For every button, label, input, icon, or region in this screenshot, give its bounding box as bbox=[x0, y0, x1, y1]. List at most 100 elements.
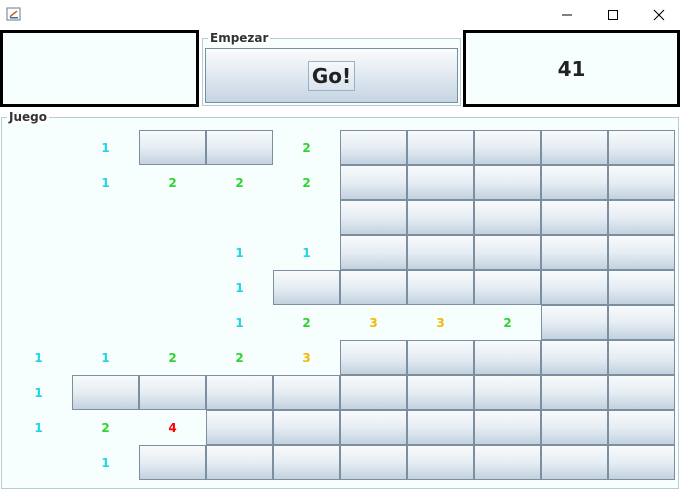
hidden-cell[interactable] bbox=[139, 375, 206, 410]
hidden-cell[interactable] bbox=[407, 340, 474, 375]
revealed-number-cell: 2 bbox=[302, 140, 311, 155]
hidden-cell[interactable] bbox=[608, 375, 675, 410]
hidden-cell[interactable] bbox=[273, 375, 340, 410]
hidden-cell[interactable] bbox=[407, 235, 474, 270]
revealed-number-cell: 1 bbox=[34, 350, 43, 365]
go-button[interactable]: Go! bbox=[205, 48, 458, 103]
hidden-cell[interactable] bbox=[474, 375, 541, 410]
counter-display: 41 bbox=[463, 30, 680, 107]
hidden-cell[interactable] bbox=[407, 165, 474, 200]
revealed-empty-cell bbox=[139, 270, 206, 305]
hidden-cell[interactable] bbox=[340, 165, 407, 200]
hidden-cell[interactable] bbox=[608, 130, 675, 165]
revealed-number-cell: 2 bbox=[235, 350, 244, 365]
hidden-cell[interactable] bbox=[541, 445, 608, 480]
hidden-cell[interactable] bbox=[206, 375, 273, 410]
hidden-cell[interactable] bbox=[541, 165, 608, 200]
hidden-cell[interactable] bbox=[340, 375, 407, 410]
revealed-number-cell: 4 bbox=[168, 420, 177, 435]
hidden-cell[interactable] bbox=[340, 410, 407, 445]
hidden-cell[interactable] bbox=[608, 200, 675, 235]
hidden-cell[interactable] bbox=[206, 445, 273, 480]
hidden-cell[interactable] bbox=[474, 235, 541, 270]
hidden-cell[interactable] bbox=[340, 200, 407, 235]
hidden-cell[interactable] bbox=[608, 410, 675, 445]
hidden-cell[interactable] bbox=[541, 235, 608, 270]
hidden-cell[interactable] bbox=[608, 165, 675, 200]
hidden-cell[interactable] bbox=[273, 270, 340, 305]
hidden-cell[interactable] bbox=[541, 410, 608, 445]
hidden-cell[interactable] bbox=[608, 235, 675, 270]
hidden-cell[interactable] bbox=[407, 270, 474, 305]
hidden-cell[interactable] bbox=[608, 340, 675, 375]
revealed-number-cell: 1 bbox=[235, 280, 244, 295]
revealed-empty-cell bbox=[5, 305, 72, 340]
maximize-button[interactable] bbox=[590, 0, 636, 30]
hidden-cell[interactable] bbox=[72, 375, 139, 410]
revealed-empty-cell bbox=[139, 305, 206, 340]
revealed-number-cell: 3 bbox=[302, 350, 311, 365]
hidden-cell[interactable] bbox=[541, 375, 608, 410]
revealed-number-cell: 1 bbox=[235, 315, 244, 330]
hidden-cell[interactable] bbox=[608, 270, 675, 305]
hidden-cell[interactable] bbox=[474, 445, 541, 480]
revealed-number-cell: 1 bbox=[235, 245, 244, 260]
hidden-cell[interactable] bbox=[474, 410, 541, 445]
maximize-icon bbox=[608, 10, 618, 20]
revealed-number-cell: 2 bbox=[168, 175, 177, 190]
hidden-cell[interactable] bbox=[474, 270, 541, 305]
revealed-empty-cell bbox=[72, 305, 139, 340]
hidden-cell[interactable] bbox=[474, 200, 541, 235]
hidden-cell[interactable] bbox=[206, 130, 273, 165]
hidden-cell[interactable] bbox=[340, 130, 407, 165]
revealed-empty-cell bbox=[72, 200, 139, 235]
revealed-number-cell: 2 bbox=[168, 350, 177, 365]
revealed-number-cell: 2 bbox=[302, 175, 311, 190]
hidden-cell[interactable] bbox=[608, 305, 675, 340]
hidden-cell[interactable] bbox=[407, 445, 474, 480]
revealed-number-cell: 1 bbox=[101, 140, 110, 155]
revealed-number-cell: 3 bbox=[436, 315, 445, 330]
revealed-number-cell: 2 bbox=[101, 420, 110, 435]
revealed-number-cell: 1 bbox=[101, 455, 110, 470]
hidden-cell[interactable] bbox=[407, 130, 474, 165]
hidden-cell[interactable] bbox=[407, 410, 474, 445]
revealed-empty-cell bbox=[139, 200, 206, 235]
hidden-cell[interactable] bbox=[608, 445, 675, 480]
hidden-cell[interactable] bbox=[139, 130, 206, 165]
status-display bbox=[0, 30, 199, 107]
title-bar bbox=[0, 0, 680, 30]
hidden-cell[interactable] bbox=[407, 375, 474, 410]
revealed-number-cell: 2 bbox=[235, 175, 244, 190]
revealed-number-cell: 1 bbox=[34, 385, 43, 400]
hidden-cell[interactable] bbox=[340, 270, 407, 305]
revealed-number-cell: 2 bbox=[302, 315, 311, 330]
hidden-cell[interactable] bbox=[340, 235, 407, 270]
revealed-number-cell: 3 bbox=[369, 315, 378, 330]
game-group-label: Juego bbox=[7, 110, 49, 124]
revealed-empty-cell bbox=[5, 270, 72, 305]
hidden-cell[interactable] bbox=[541, 305, 608, 340]
hidden-cell[interactable] bbox=[474, 130, 541, 165]
hidden-cell[interactable] bbox=[541, 130, 608, 165]
hidden-cell[interactable] bbox=[474, 340, 541, 375]
hidden-cell[interactable] bbox=[541, 270, 608, 305]
hidden-cell[interactable] bbox=[206, 410, 273, 445]
minimize-icon bbox=[562, 14, 572, 16]
minimize-button[interactable] bbox=[544, 0, 590, 30]
revealed-number-cell: 2 bbox=[503, 315, 512, 330]
start-group-label: Empezar bbox=[208, 31, 271, 45]
hidden-cell[interactable] bbox=[340, 340, 407, 375]
hidden-cell[interactable] bbox=[474, 165, 541, 200]
hidden-cell[interactable] bbox=[407, 200, 474, 235]
hidden-cell[interactable] bbox=[541, 340, 608, 375]
revealed-number-cell: 1 bbox=[101, 350, 110, 365]
close-button[interactable] bbox=[636, 0, 680, 30]
hidden-cell[interactable] bbox=[541, 200, 608, 235]
hidden-cell[interactable] bbox=[340, 445, 407, 480]
hidden-cell[interactable] bbox=[273, 410, 340, 445]
hidden-cell[interactable] bbox=[139, 445, 206, 480]
game-group: Juego 1 2 1 2 2 2 1 1 1 1 2 3 3 2 1 1 2 2 3 1 1 2 4 1 bbox=[1, 110, 679, 489]
hidden-cell[interactable] bbox=[273, 445, 340, 480]
revealed-empty-cell bbox=[5, 235, 72, 270]
